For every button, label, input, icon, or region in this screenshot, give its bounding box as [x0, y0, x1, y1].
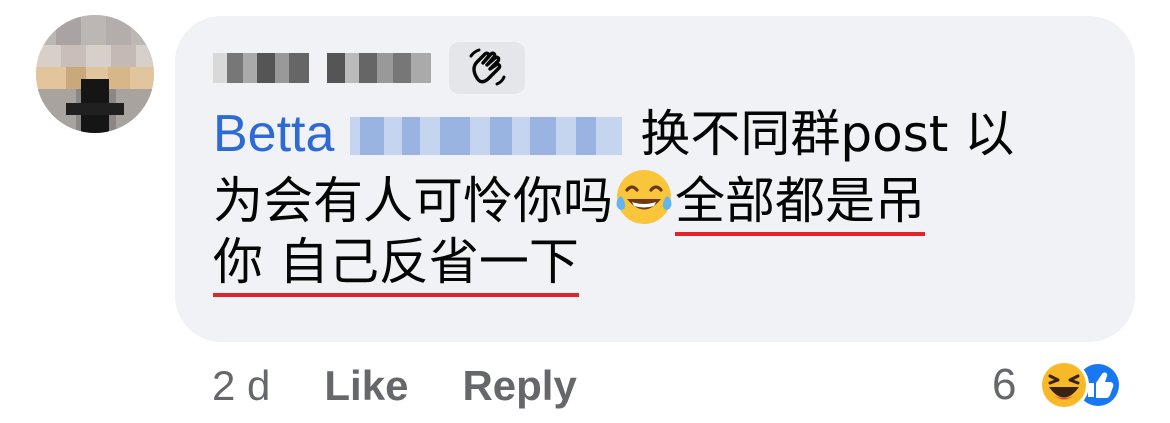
- mention-surname-redacted[interactable]: [350, 117, 623, 155]
- comment-text-underlined-1: 全部都是吊: [675, 172, 925, 236]
- reply-button[interactable]: Reply: [462, 362, 576, 410]
- comment-bubble: Betta 换不同群post 以 为会有人可怜你吗 全部都是吊 你 自己反省一下: [175, 16, 1135, 342]
- comment-container: Betta 换不同群post 以 为会有人可怜你吗 全部都是吊 你 自己反省一下 …: [0, 0, 1170, 423]
- author-name-redacted[interactable]: [213, 53, 309, 83]
- comment-text-underlined-2: 你 自己反省一下: [213, 233, 579, 297]
- reaction-icons: [1024, 356, 1124, 414]
- author-surname-redacted[interactable]: [327, 53, 431, 83]
- comment-line-1: Betta 换不同群post 以: [213, 102, 1113, 166]
- comment-timestamp[interactable]: 2 d: [212, 362, 270, 410]
- haha-reaction-icon: [1039, 360, 1090, 410]
- reaction-count: 6: [992, 360, 1017, 409]
- comment-author-row: [213, 42, 525, 94]
- comment-actions: 2 d Like Reply: [212, 358, 577, 414]
- comment-body: Betta 换不同群post 以 为会有人可怜你吗 全部都是吊 你 自己反省一下: [213, 102, 1113, 297]
- reactions-summary[interactable]: 6: [992, 356, 1124, 414]
- reaction-icons-graphic: [1039, 360, 1123, 410]
- tears-of-joy-emoji: [616, 170, 672, 224]
- comment-line-2: 为会有人可怜你吗 全部都是吊: [213, 166, 1113, 236]
- comment-text-1: 换不同群post 以: [640, 105, 1015, 163]
- comment-line-3: 你 自己反省一下: [213, 230, 1113, 297]
- like-button[interactable]: Like: [324, 362, 408, 410]
- commenter-avatar[interactable]: [36, 15, 154, 133]
- comment-text-2: 为会有人可怜你吗: [213, 172, 613, 230]
- waving-hand-icon[interactable]: [449, 42, 525, 94]
- mention-link[interactable]: Betta: [213, 105, 334, 163]
